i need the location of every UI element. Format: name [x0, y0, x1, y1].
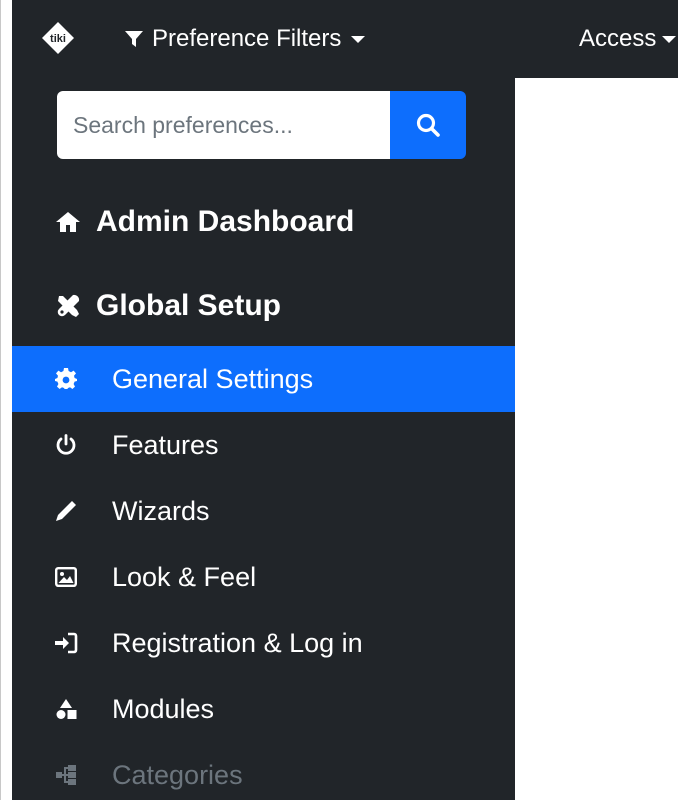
- search-button[interactable]: [390, 91, 466, 159]
- shapes-icon: [54, 697, 78, 721]
- sidebar-section-admin-dashboard[interactable]: Admin Dashboard: [12, 192, 515, 252]
- main-content-area: [515, 78, 678, 800]
- filter-icon: [125, 31, 143, 47]
- sidebar-item-registration-and-log-in[interactable]: Registration & Log in: [12, 610, 515, 676]
- top-navbar: tiki Preference Filters Access: [12, 0, 678, 78]
- tools-icon: [55, 293, 81, 319]
- access-label: Access: [579, 25, 657, 52]
- sitemap-icon: [54, 763, 78, 787]
- sidebar-item-label: Features: [112, 429, 219, 460]
- caret-down-icon: [662, 35, 677, 43]
- image-icon: [54, 565, 78, 589]
- caret-down-icon: [351, 35, 366, 43]
- sidebar-item-wizards[interactable]: Wizards: [12, 478, 515, 544]
- sidebar-item-label: Categories: [112, 759, 243, 790]
- preference-search: [57, 91, 466, 159]
- home-icon: [55, 209, 81, 235]
- search-input[interactable]: [57, 91, 390, 159]
- sidebar-section-global-setup[interactable]: Global Setup: [12, 276, 515, 336]
- window-edge: [0, 0, 12, 800]
- access-dropdown[interactable]: Access: [579, 23, 677, 55]
- sidebar-item-look-and-feel[interactable]: Look & Feel: [12, 544, 515, 610]
- sidebar-item-features[interactable]: Features: [12, 412, 515, 478]
- cog-icon: [54, 367, 78, 391]
- admin-sidebar: Admin Dashboard Global Setup General Set…: [12, 78, 515, 800]
- tiki-logo-icon: tiki: [42, 22, 74, 54]
- sidebar-item-label: Registration & Log in: [112, 627, 363, 658]
- sidebar-item-label: Look & Feel: [112, 561, 257, 592]
- pen-icon: [54, 499, 78, 523]
- sidebar-item-label: Wizards: [112, 495, 210, 526]
- search-icon: [416, 113, 440, 137]
- sidebar-item-modules[interactable]: Modules: [12, 676, 515, 742]
- preference-filters-label: Preference Filters: [152, 25, 342, 52]
- power-icon: [54, 433, 78, 457]
- sign-in-icon: [54, 631, 78, 655]
- sidebar-section-label: Global Setup: [96, 289, 282, 322]
- logo-text: tiki: [50, 33, 66, 45]
- sidebar-item-general-settings[interactable]: General Settings: [12, 346, 515, 412]
- sidebar-section-label: Admin Dashboard: [96, 205, 355, 238]
- tiki-logo[interactable]: tiki: [40, 20, 76, 56]
- sidebar-item-label: General Settings: [112, 363, 314, 394]
- sidebar-item-categories[interactable]: Categories: [12, 742, 515, 800]
- sidebar-item-label: Modules: [112, 693, 215, 724]
- preference-filters-dropdown[interactable]: Preference Filters: [124, 23, 366, 55]
